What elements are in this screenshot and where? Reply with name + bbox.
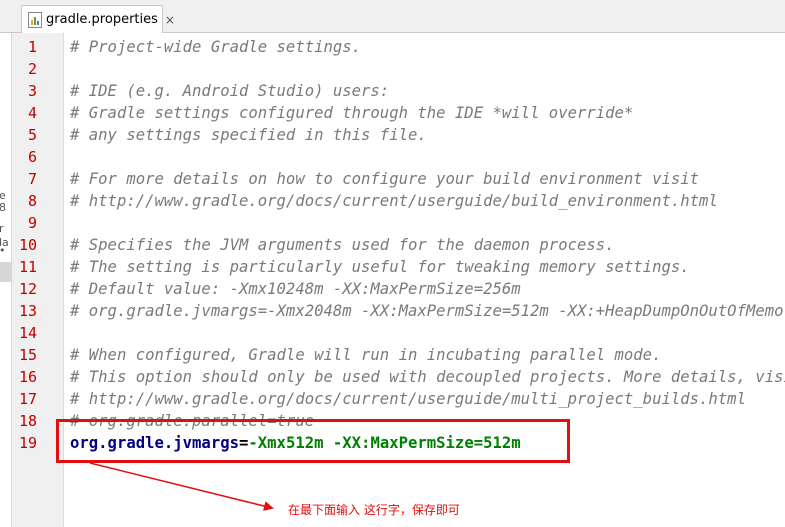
line-number: 14 [18, 324, 37, 342]
comment-text: # http://www.gradle.org/docs/current/use… [70, 192, 718, 210]
comment-text: # http://www.gradle.org/docs/current/use… [70, 390, 746, 408]
comment-text: # any settings specified in this file. [70, 126, 427, 144]
editor-tab-bar: gradle.properties × [0, 0, 785, 33]
code-line[interactable]: # For more details on how to configure y… [70, 168, 699, 190]
line-number: 15 [18, 346, 37, 364]
code-line[interactable]: # When configured, Gradle will run in in… [70, 344, 661, 366]
comment-text: # IDE (e.g. Android Studio) users: [70, 82, 390, 100]
line-number: 17 [18, 390, 37, 408]
line-number: 1 [27, 38, 37, 56]
comment-text: # Project-wide Gradle settings. [70, 38, 362, 56]
comment-text: # org.gradle.parallel=true [70, 412, 315, 430]
line-number: 6 [27, 148, 37, 166]
code-line[interactable]: # The setting is particularly useful for… [70, 256, 690, 278]
comment-text: # This option should only be used with d… [70, 368, 785, 386]
line-number: 4 [27, 104, 37, 122]
property-equals: = [239, 434, 249, 452]
panel-fragment: 8 [0, 201, 6, 215]
line-number: 18 [18, 412, 37, 430]
line-number: 7 [27, 170, 37, 188]
line-number: 19 [18, 434, 37, 452]
code-line[interactable]: # This option should only be used with d… [70, 366, 785, 388]
line-number: 13 [18, 302, 37, 320]
property-key: org.gradle.jvmargs [70, 434, 239, 452]
comment-text: # Specifies the JVM arguments used for t… [70, 236, 615, 254]
line-number: 16 [18, 368, 37, 386]
annotation-text: 在最下面输入 这行字，保存即可 [288, 503, 460, 517]
code-line[interactable]: # Specifies the JVM arguments used for t… [70, 234, 615, 256]
code-editor[interactable]: # Project-wide Gradle settings. # IDE (e.… [64, 33, 785, 527]
project-panel-edge: e 8 r la • u [0, 33, 12, 527]
line-number: 2 [27, 60, 37, 78]
panel-selected-row[interactable] [0, 262, 11, 282]
code-line[interactable]: # IDE (e.g. Android Studio) users: [70, 80, 389, 102]
comment-text: # For more details on how to configure y… [70, 170, 700, 188]
line-number-gutter: 1 2 3 4 5 6 7 8 9 10 11 12 13 14 15 16 17 18 19 [12, 33, 64, 527]
code-line[interactable]: # Gradle settings configured through the… [70, 102, 633, 124]
properties-file-icon [28, 11, 42, 28]
code-line[interactable]: org.gradle.jvmargs=-Xmx512m -XX:MaxPermS… [70, 432, 521, 454]
tab-gradle-properties[interactable]: gradle.properties × [21, 5, 175, 33]
property-value: -Xmx512m -XX:MaxPermSize=512m [248, 434, 521, 452]
code-line[interactable]: # any settings specified in this file. [70, 124, 427, 146]
line-number: 9 [27, 214, 37, 232]
close-icon[interactable]: × [165, 13, 175, 27]
comment-text: # When configured, Gradle will run in in… [70, 346, 662, 364]
code-line[interactable]: # org.gradle.parallel=true [70, 410, 314, 432]
tab-label: gradle.properties [46, 12, 158, 27]
line-number: 5 [27, 126, 37, 144]
code-line[interactable]: # Project-wide Gradle settings. [70, 36, 361, 58]
code-line[interactable]: # Default value: -Xmx10248m -XX:MaxPermS… [70, 278, 521, 300]
line-number: 8 [27, 192, 37, 210]
line-number: 11 [18, 258, 37, 276]
code-line[interactable]: # http://www.gradle.org/docs/current/use… [70, 190, 718, 212]
code-line[interactable]: # org.gradle.jvmargs=-Xmx2048m -XX:MaxPe… [70, 300, 785, 322]
line-number: 10 [18, 236, 37, 254]
comment-text: # The setting is particularly useful for… [70, 258, 690, 276]
line-number: 3 [27, 82, 37, 100]
comment-text: # Default value: -Xmx10248m -XX:MaxPermS… [70, 280, 521, 298]
line-number: 12 [18, 280, 37, 298]
code-line[interactable]: # http://www.gradle.org/docs/current/use… [70, 388, 746, 410]
comment-text: # Gradle settings configured through the… [70, 104, 634, 122]
comment-text: # org.gradle.jvmargs=-Xmx2048m -XX:MaxPe… [70, 302, 785, 320]
